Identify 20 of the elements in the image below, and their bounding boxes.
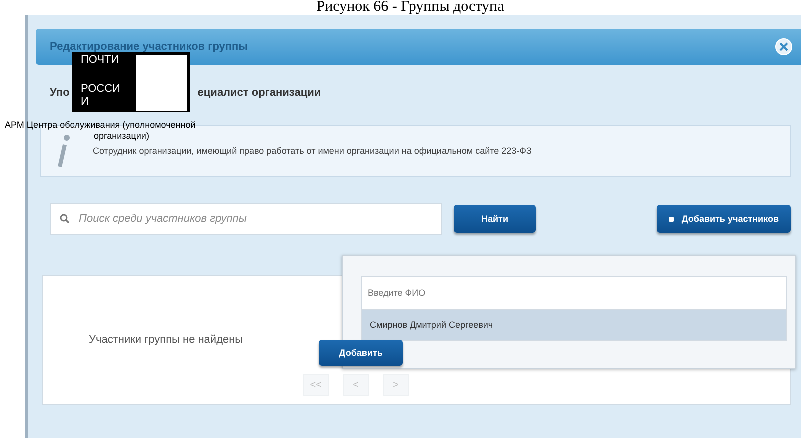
note-text: АРМ Центра обслуживания (уполномоченной — [5, 120, 197, 131]
name-input-field[interactable]: Введите ФИО — [361, 276, 787, 310]
search-icon — [60, 214, 70, 224]
info-text: Сотрудник организации, имеющий право работать от имени организации на официальном сайте 223-ФЗ — [93, 146, 532, 156]
info-icon — [57, 134, 71, 168]
add-members-button[interactable]: Добавить участников — [656, 205, 791, 233]
note-text: организации) — [93, 131, 150, 142]
label-text: РОССИ — [81, 83, 122, 96]
search-field[interactable]: Поиск среди участников группы — [50, 203, 442, 235]
add-button[interactable]: Добавить — [319, 340, 404, 366]
role-heading: Упо — [50, 87, 70, 99]
figure-caption: Рисунок 66 - Группы доступа — [316, 0, 506, 15]
close-icon[interactable] — [775, 38, 793, 56]
dialog-title: Редактирование участников группы — [50, 41, 248, 53]
empty-message: Участники группы не найдены — [89, 334, 244, 346]
role-heading: ециалист организации — [198, 87, 322, 99]
suggestion-item[interactable]: Смирнов Дмитрий Сергеевич — [361, 310, 787, 341]
find-button[interactable]: Найти — [454, 205, 536, 233]
label-text: И — [81, 96, 90, 109]
label-text: ПОЧТИ — [81, 54, 120, 67]
